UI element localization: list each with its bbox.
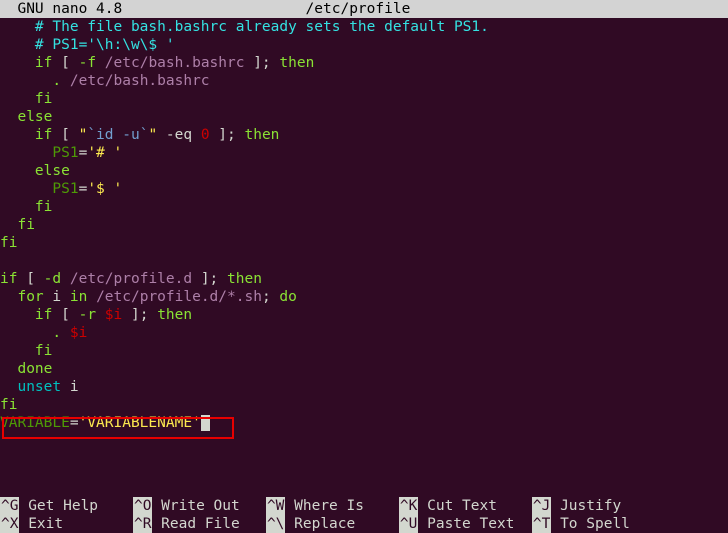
- code-line: fi: [0, 234, 728, 252]
- shortcut-label: Justify: [551, 498, 621, 514]
- code-line: VARIABLE='VARIABLENAME': [0, 414, 728, 432]
- shortcut-item[interactable]: ^\ Replace: [266, 515, 399, 533]
- code-line: unset i: [0, 378, 728, 396]
- code-line: fi: [0, 216, 728, 234]
- editor-area[interactable]: # The file bash.bashrc already sets the …: [0, 18, 728, 432]
- shortcut-item[interactable]: ^K Cut Text: [399, 497, 532, 515]
- code-line: for i in /etc/profile.d/*.sh; do: [0, 288, 728, 306]
- code-line: # The file bash.bashrc already sets the …: [0, 18, 728, 36]
- shortcut-label: Get Help: [19, 498, 133, 514]
- file-path: /etc/profile: [306, 1, 411, 17]
- code-line: fi: [0, 396, 728, 414]
- code-line: . $i: [0, 324, 728, 342]
- code-line: else: [0, 108, 728, 126]
- shortcut-key: ^X: [0, 515, 19, 533]
- shortcut-item[interactable]: ^J Justify: [532, 497, 621, 515]
- code-line: PS1='$ ': [0, 180, 728, 198]
- code-line: if [ -f /etc/bash.bashrc ]; then: [0, 54, 728, 72]
- shortcut-label: Where Is: [285, 498, 399, 514]
- app-name: GNU nano 4.8: [0, 1, 122, 17]
- code-line: fi: [0, 342, 728, 360]
- shortcut-key: ^K: [399, 497, 418, 515]
- shortcut-label: Exit: [19, 516, 133, 532]
- code-line: # PS1='\h:\w\$ ': [0, 36, 728, 54]
- shortcut-item[interactable]: ^G Get Help: [0, 497, 133, 515]
- shortcut-item[interactable]: ^W Where Is: [266, 497, 399, 515]
- shortcut-label: Write Out: [152, 498, 266, 514]
- code-line: done: [0, 360, 728, 378]
- code-line: [0, 252, 728, 270]
- shortcut-bar: ^G Get Help ^O Write Out ^W Where Is ^K …: [0, 497, 728, 533]
- shortcut-label: Paste Text: [418, 516, 532, 532]
- code-line: fi: [0, 198, 728, 216]
- shortcut-item[interactable]: ^X Exit: [0, 515, 133, 533]
- shortcut-item[interactable]: ^R Read File: [133, 515, 266, 533]
- cursor: [201, 415, 210, 431]
- shortcut-key: ^J: [532, 497, 551, 515]
- shortcut-key: ^G: [0, 497, 19, 515]
- shortcut-label: Replace: [285, 516, 399, 532]
- shortcut-key: ^\: [266, 515, 285, 533]
- shortcut-label: To Spell: [551, 516, 630, 532]
- code-line: PS1='# ': [0, 144, 728, 162]
- shortcut-label: Read File: [152, 516, 266, 532]
- shortcut-label: Cut Text: [418, 498, 532, 514]
- code-line: if [ -d /etc/profile.d ]; then: [0, 270, 728, 288]
- shortcut-key: ^O: [133, 497, 152, 515]
- shortcut-key: ^R: [133, 515, 152, 533]
- shortcut-item[interactable]: ^O Write Out: [133, 497, 266, 515]
- title-bar: GNU nano 4.8 /etc/profile: [0, 0, 728, 18]
- code-line: . /etc/bash.bashrc: [0, 72, 728, 90]
- shortcut-key: ^T: [532, 515, 551, 533]
- shortcut-row: ^X Exit ^R Read File ^\ Replace ^U Paste…: [0, 515, 728, 533]
- shortcut-item[interactable]: ^T To Spell: [532, 515, 630, 533]
- code-line: fi: [0, 90, 728, 108]
- shortcut-key: ^U: [399, 515, 418, 533]
- code-line: if [ "`id -u`" -eq 0 ]; then: [0, 126, 728, 144]
- shortcut-row: ^G Get Help ^O Write Out ^W Where Is ^K …: [0, 497, 728, 515]
- code-line: if [ -r $i ]; then: [0, 306, 728, 324]
- shortcut-key: ^W: [266, 497, 285, 515]
- code-line: else: [0, 162, 728, 180]
- shortcut-item[interactable]: ^U Paste Text: [399, 515, 532, 533]
